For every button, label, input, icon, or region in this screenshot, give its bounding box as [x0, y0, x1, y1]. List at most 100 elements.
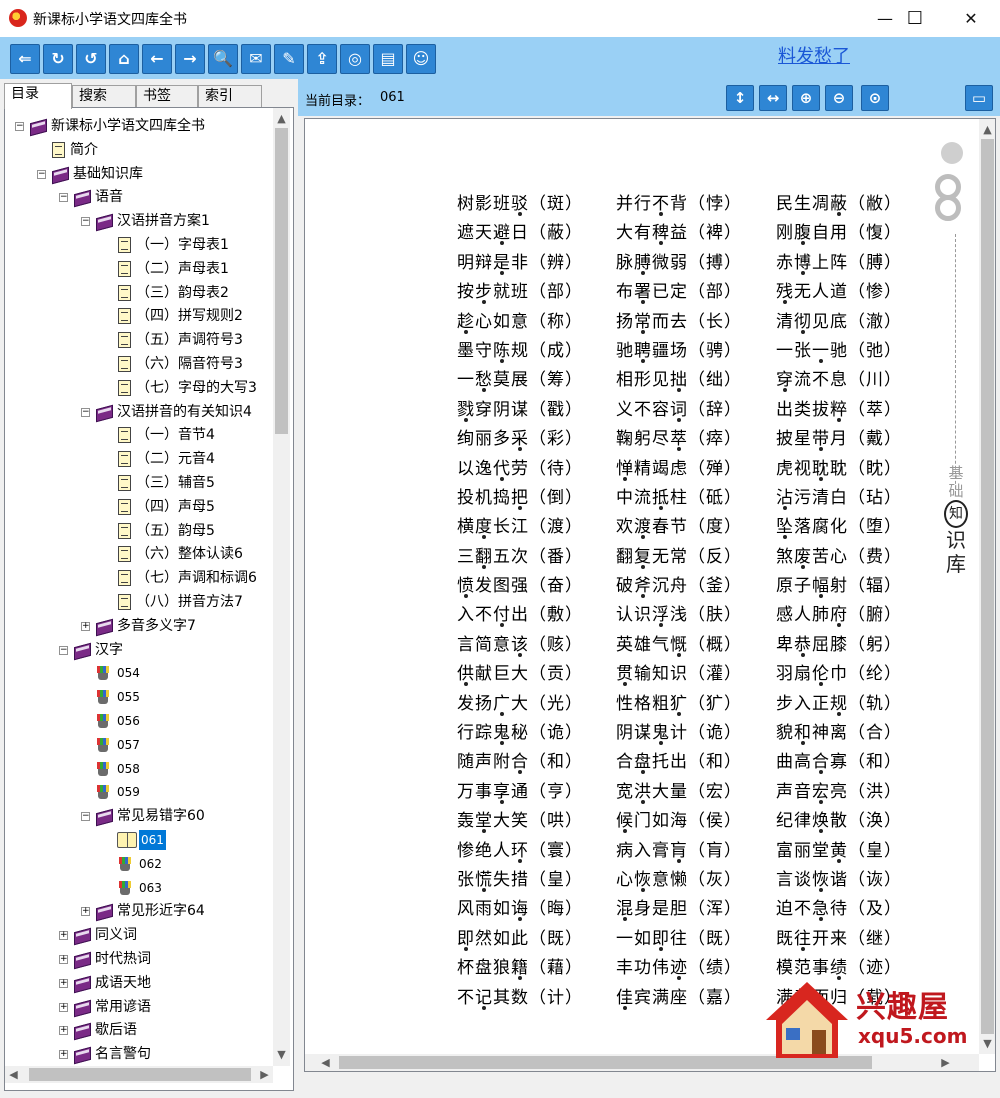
collapse-icon[interactable]: − [15, 122, 24, 131]
note-icon[interactable]: ✎ [274, 44, 304, 74]
fit-width-icon[interactable]: ↔ [759, 85, 787, 111]
tab-contents[interactable]: 目录 [4, 83, 72, 109]
tree-item[interactable]: − 汉语拼音的有关知识4 [5, 402, 271, 422]
tree-item[interactable]: （六）隔音符号3 [5, 354, 271, 374]
tree-item[interactable]: （三）韵母表2 [5, 283, 271, 303]
tree-item[interactable]: − 汉语拼音方案1 [5, 211, 271, 231]
scroll-left-icon[interactable]: ◀ [5, 1068, 22, 1081]
tree-item[interactable]: + 名言警句 [5, 1044, 271, 1064]
scroll-up-icon[interactable]: ▲ [273, 112, 290, 125]
tree-item[interactable]: （八）拼音方法7 [5, 592, 271, 612]
search-icon[interactable]: 🔍 [208, 44, 238, 74]
tree-item[interactable]: （一）字母表1 [5, 235, 271, 255]
tree-item[interactable]: − 新课标小学语文四库全书 [5, 116, 271, 136]
tree-item[interactable]: （五）韵母5 [5, 521, 271, 541]
scroll-right-icon[interactable]: ▶ [256, 1068, 273, 1081]
book-icon [95, 404, 113, 420]
content-scroll-up-icon[interactable]: ▲ [979, 123, 995, 136]
tree-item[interactable]: （四）声母5 [5, 497, 271, 517]
expand-icon[interactable]: + [59, 955, 68, 964]
word-entry: 张慌失措（皇） [457, 868, 583, 897]
export-icon[interactable]: ⇪ [307, 44, 337, 74]
tree-item[interactable]: 059 [5, 782, 271, 802]
tree-item[interactable]: − 汉字 [5, 640, 271, 660]
collapse-icon[interactable]: − [81, 407, 90, 417]
tree-vertical-scrollbar[interactable]: ▲ ▼ [273, 108, 290, 1066]
expand-icon[interactable]: + [81, 907, 90, 917]
tree-item[interactable]: 054 [5, 663, 271, 683]
error-mark-dot [623, 476, 627, 481]
tree-item[interactable]: 062 [5, 854, 271, 874]
mail-icon[interactable]: ✉ [241, 44, 271, 74]
fit-height-icon[interactable]: ↕ [726, 85, 754, 111]
tree-item[interactable]: + 同义词 [5, 925, 271, 945]
expand-icon[interactable]: + [59, 1026, 68, 1036]
back-arrow-icon[interactable]: ← [142, 44, 172, 74]
bookmark-icon[interactable]: ▤ [373, 44, 403, 74]
tab-search[interactable]: 搜索 [72, 85, 136, 107]
tree-item[interactable]: 061 [5, 830, 271, 850]
tree-item-label: 常用谚语 [95, 998, 151, 1015]
expand-icon[interactable]: + [59, 978, 68, 988]
tree-item[interactable]: （七）声调和标调6 [5, 568, 271, 588]
collapse-icon[interactable]: − [59, 645, 68, 655]
expand-icon[interactable]: + [59, 1050, 68, 1060]
zoom-out-icon[interactable]: ⊖ [825, 85, 853, 111]
scroll-down-icon[interactable]: ▼ [273, 1048, 290, 1061]
tree-item[interactable]: − 基础知识库 [5, 164, 271, 184]
tree-item[interactable]: （六）整体认读6 [5, 544, 271, 564]
web-icon[interactable]: ◎ [340, 44, 370, 74]
tree-item[interactable]: 简介 [5, 140, 271, 160]
exit-icon[interactable]: ⇐ [10, 44, 40, 74]
tree-item[interactable]: + 常用谚语 [5, 997, 271, 1017]
tree-item[interactable]: 056 [5, 711, 271, 731]
error-mark-dot [819, 770, 823, 775]
tree-item[interactable]: （二）声母表1 [5, 259, 271, 279]
word-entry-text: 一如即往（既） [616, 928, 742, 949]
toolbar-link[interactable]: 料发愁了 [778, 42, 850, 68]
undo-icon[interactable]: ↺ [76, 44, 106, 74]
tree-item[interactable]: + 时代热词 [5, 949, 271, 969]
tree-item[interactable]: + 多音多义字7 [5, 616, 271, 636]
content-scroll-thumb[interactable] [981, 139, 994, 1034]
tree-item[interactable]: − 常见易错字60 [5, 806, 271, 826]
home-icon[interactable]: ⌂ [109, 44, 139, 74]
collapse-icon[interactable]: − [59, 193, 68, 203]
tree-item[interactable]: （四）拼写规则2 [5, 306, 271, 326]
tree-scroll-thumb[interactable] [275, 128, 288, 434]
refresh-icon[interactable]: ↻ [43, 44, 73, 74]
word-entry: 即然如此（既） [457, 927, 583, 956]
zoom-in-icon[interactable]: ⊕ [792, 85, 820, 111]
maximize-button[interactable]: ☐ [892, 0, 938, 37]
content-scroll-left-icon[interactable]: ◀ [317, 1056, 334, 1069]
tree-item[interactable]: （二）元音4 [5, 449, 271, 469]
collapse-icon[interactable]: − [81, 812, 90, 822]
tree-horizontal-scrollbar[interactable]: ◀ ▶ [5, 1066, 273, 1083]
tree-item[interactable]: + 常见形近字64 [5, 901, 271, 921]
tree-item[interactable]: （五）声调符号3 [5, 330, 271, 350]
tree-item[interactable]: + 成语天地 [5, 973, 271, 993]
tree-item[interactable]: 063 [5, 878, 271, 898]
content-vertical-scrollbar[interactable]: ▲ ▼ [979, 119, 995, 1054]
tree-item[interactable]: 057 [5, 735, 271, 755]
tab-bookmarks[interactable]: 书签 [136, 85, 198, 107]
tree-item[interactable]: + 歇后语 [5, 1020, 271, 1040]
tree-item[interactable]: （一）音节4 [5, 425, 271, 445]
expand-icon[interactable]: + [59, 931, 68, 941]
tree-item[interactable]: 055 [5, 687, 271, 707]
forward-arrow-icon[interactable]: → [175, 44, 205, 74]
tree-item[interactable]: （七）字母的大写3 [5, 378, 271, 398]
tree-item[interactable]: − 语音 [5, 187, 271, 207]
tab-index[interactable]: 索引 [198, 85, 262, 107]
close-button[interactable]: ✕ [948, 0, 994, 37]
zoom-reset-icon[interactable]: ⊙ [861, 85, 889, 111]
collapse-icon[interactable]: − [37, 169, 46, 179]
collapse-icon[interactable]: − [81, 217, 90, 227]
tree-item[interactable]: 058 [5, 759, 271, 779]
tree-hscroll-thumb[interactable] [29, 1068, 251, 1081]
fullscreen-icon[interactable]: ▭ [965, 85, 993, 111]
expand-icon[interactable]: + [59, 1002, 68, 1012]
expand-icon[interactable]: + [81, 621, 90, 631]
smiley-icon[interactable]: ☺ [406, 44, 436, 74]
tree-item[interactable]: （三）辅音5 [5, 473, 271, 493]
